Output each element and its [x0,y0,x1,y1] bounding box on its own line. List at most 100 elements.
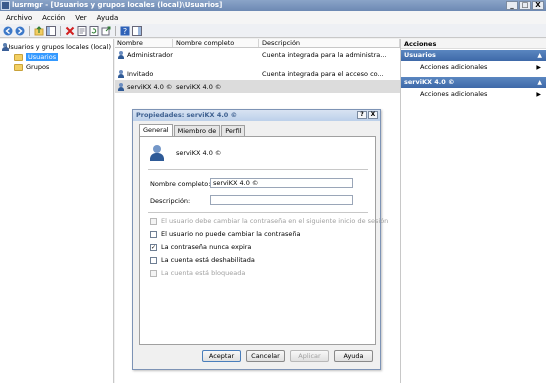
app-icon [1,1,10,10]
window-controls: _ □ X [506,1,544,10]
checkbox-label: La contraseña nunca expira [161,243,252,251]
row-description: Cuenta integrada para el acceso co... [262,69,384,78]
tree-item-label: Usuarios [26,53,59,61]
cancel-button[interactable]: Cancelar [246,350,285,362]
action-item-label: Acciones adicionales [420,90,488,98]
checkbox-box[interactable] [150,230,157,238]
submenu-arrow-icon: ▶ [536,91,541,98]
toolbar-separator [115,25,116,36]
folder-icon [14,63,23,71]
user-name-heading: serviKX 4.0 © [176,149,222,157]
menu-ver[interactable]: Ver [75,14,86,22]
tab-perfil[interactable]: Perfil [221,125,246,136]
action-item-label: Acciones adicionales [420,63,488,71]
checkbox-box[interactable] [150,269,157,277]
table-row[interactable]: Administrador Cuenta integrada para la a… [115,48,400,61]
dialog-title-bar: Propiedades: serviKX 4.0 © ? X [133,110,380,121]
column-header-full-name[interactable]: Nombre completo [173,39,259,47]
row-name: Invitado [127,69,154,78]
properties-dialog: Propiedades: serviKX 4.0 © ? X General M… [132,109,388,370]
table-row[interactable]: Invitado Cuenta integrada para el acceso… [115,67,400,80]
tree-item-label: Grupos [26,63,50,71]
checkbox-label: La cuenta está deshabilitada [161,256,255,264]
checkbox-label: El usuario debe cambiar la contraseña en… [161,217,389,225]
export-icon[interactable] [101,26,111,36]
actions-group-header[interactable]: serviKX 4.0 © ▲ [401,77,546,88]
console-tree: Usuarios y grupos locales (local) Usuari… [0,39,114,383]
up-folder-icon[interactable] [34,25,44,36]
actions-group-header[interactable]: Usuarios ▲ [401,50,546,61]
description-label: Descripción: [150,197,191,205]
ok-button[interactable]: Aceptar [202,350,241,362]
account-disabled-checkbox[interactable]: La cuenta está deshabilitada [150,256,255,264]
collapse-caret-icon[interactable]: ▲ [537,77,542,88]
action-item[interactable]: Acciones adicionales ▶ [401,88,546,101]
svg-text:?: ? [123,27,127,36]
dialog-title: Propiedades: serviKX 4.0 © [136,111,238,119]
menu-archivo[interactable]: Archivo [6,14,32,22]
menu-bar: Archivo Acción Ver Ayuda [0,11,546,24]
submenu-arrow-icon: ▶ [536,64,541,71]
checkbox-label: La cuenta está bloqueada [161,269,246,277]
tree-item-grupos[interactable]: Grupos [2,62,111,72]
actions-title: Acciones [401,39,546,49]
close-button[interactable]: X [532,1,544,10]
help-icon[interactable]: ? [120,26,130,36]
toolbar-separator [60,25,61,36]
table-row-selected[interactable]: serviKX 4.0 © serviKX 4.0 © [115,80,400,93]
tree-root-label: Usuarios y grupos locales (local) [5,43,111,51]
password-never-expires-checkbox[interactable]: ✓ La contraseña nunca expira [150,243,251,251]
row-description: Cuenta integrada para la administra... [262,50,387,59]
toolbar: ? [0,24,546,38]
folder-icon [14,53,23,61]
tree-item-usuarios[interactable]: Usuarios [2,52,111,62]
collapse-caret-icon[interactable]: ▲ [537,50,542,61]
general-tab-panel: serviKX 4.0 © Nombre completo: serviKX 4… [139,136,388,345]
delete-icon[interactable] [65,26,75,36]
full-name-field[interactable]: serviKX 4.0 © [210,178,353,188]
minimize-button[interactable]: _ [506,1,518,10]
cannot-change-password-checkbox[interactable]: El usuario no puede cambiar la contraseñ… [150,230,300,238]
tab-miembro-de[interactable]: Miembro de [173,125,221,136]
row-name: serviKX 4.0 © [127,82,173,91]
tree-root[interactable]: Usuarios y grupos locales (local) [2,42,111,52]
menu-ayuda[interactable]: Ayuda [97,14,119,22]
toolbar-separator [29,25,30,36]
row-name: Administrador [127,50,173,59]
back-arrow-icon[interactable] [3,26,13,36]
checkbox-box[interactable] [150,217,157,225]
separator [148,212,368,213]
help-button[interactable]: Ayuda [334,350,373,362]
account-locked-checkbox[interactable]: La cuenta está bloqueada [150,269,245,277]
menu-accion[interactable]: Acción [42,14,65,22]
checkmark-icon[interactable]: ✓ [150,243,157,251]
row-full-name: serviKX 4.0 © [176,82,222,91]
dialog-help-button[interactable]: ? [357,111,367,119]
users-groups-icon [2,43,7,51]
apply-button[interactable]: Aplicar [290,350,329,362]
column-header-name[interactable]: Nombre [115,39,173,47]
checkbox-label: El usuario no puede cambiar la contraseñ… [161,230,301,238]
window-title: lusrmgr - [Usuarios y grupos locales (lo… [12,1,223,9]
actions-group-label: Usuarios [404,51,436,59]
separator [148,169,368,170]
forward-arrow-icon[interactable] [15,26,25,36]
dialog-close-button[interactable]: X [368,111,378,119]
user-icon [117,82,125,91]
full-name-label: Nombre completo: [150,180,211,188]
must-change-password-checkbox[interactable]: El usuario debe cambiar la contraseña en… [150,217,388,225]
dialog-footer: Aceptar Cancelar Aplicar Ayuda [133,350,380,362]
checkbox-box[interactable] [150,256,157,264]
description-field[interactable] [210,195,353,205]
refresh-icon[interactable] [89,25,99,36]
user-icon [148,145,166,161]
show-hide-action-icon[interactable] [132,25,142,36]
title-bar: lusrmgr - [Usuarios y grupos locales (lo… [0,0,546,11]
actions-group-label: serviKX 4.0 © [404,78,455,86]
properties-icon[interactable] [77,25,87,36]
maximize-button[interactable]: □ [519,1,531,10]
column-header-description[interactable]: Descripción [259,39,400,47]
show-hide-tree-icon[interactable] [46,25,56,36]
action-item[interactable]: Acciones adicionales ▶ [401,61,546,74]
tab-general[interactable]: General [139,124,173,136]
